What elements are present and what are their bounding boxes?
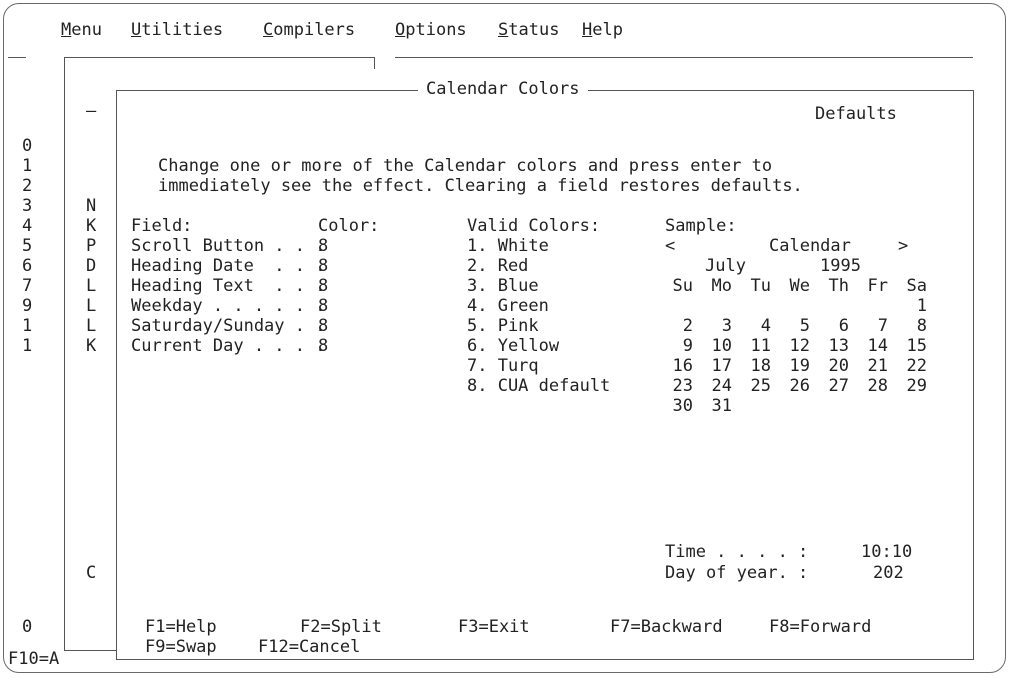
calendar-day: 18 xyxy=(750,356,771,376)
menu-item-utilities[interactable]: Utilities xyxy=(131,20,223,40)
pulldown-right-edge xyxy=(374,57,375,69)
f9-swap-key[interactable]: F9=Swap xyxy=(145,637,217,657)
menu-item-menu[interactable]: Menu xyxy=(61,20,102,40)
field-column-header: Field: xyxy=(131,216,193,236)
calendar-day: 11 xyxy=(750,336,771,356)
calendar-day: 13 xyxy=(828,336,849,356)
calendar-day: 21 xyxy=(867,356,888,376)
color-column-header: Color: xyxy=(318,216,380,236)
calendar-year: 1995 xyxy=(820,256,861,276)
weekday-header-we: We xyxy=(789,276,810,296)
calendar-day: 12 xyxy=(789,336,810,356)
pulldown-top-border xyxy=(64,57,374,58)
f3-exit-key[interactable]: F3=Exit xyxy=(458,617,530,637)
calendar-day: 4 xyxy=(760,316,771,336)
calendar-day: 5 xyxy=(799,316,810,336)
calendar-day: 14 xyxy=(867,336,888,356)
color-input-heading-date[interactable]: 8 xyxy=(318,256,328,276)
color-input-weekday[interactable]: 8 xyxy=(318,296,328,316)
menubar-divider xyxy=(395,57,973,58)
menu-item-compilers[interactable]: Compilers xyxy=(263,20,355,40)
instruction-line-1: Change one or more of the Calendar color… xyxy=(158,156,773,176)
f2-split-key[interactable]: F2=Split xyxy=(300,617,382,637)
valid-color-item: 3. Blue xyxy=(467,276,539,296)
valid-color-item: 7. Turq xyxy=(467,356,539,376)
calendar-day: 2 xyxy=(682,316,693,336)
calendar-day: 6 xyxy=(838,316,849,336)
dash-marker xyxy=(8,57,26,58)
f8-forward-key[interactable]: F8=Forward xyxy=(769,617,871,637)
calendar-day: 28 xyxy=(867,376,888,396)
valid-colors-header: Valid Colors: xyxy=(467,216,601,236)
calendar-day: 10 xyxy=(711,336,732,356)
field-label-scroll-button: Scroll Button . . . xyxy=(131,236,326,256)
sample-header: Sample: xyxy=(665,216,737,236)
weekday-header-th: Th xyxy=(828,276,849,296)
valid-color-item: 2. Red xyxy=(467,256,529,276)
calendar-label: Calendar xyxy=(769,236,851,256)
f12-cancel-key[interactable]: F12=Cancel xyxy=(258,637,360,657)
field-label-weekday: Weekday . . . . . . xyxy=(131,296,326,316)
calendar-month: July xyxy=(705,256,746,276)
calendar-day: 8 xyxy=(916,316,927,336)
calendar-day: 17 xyxy=(711,356,732,376)
field-label-current-day: Current Day . . . . xyxy=(131,336,326,356)
background-panel-bottom-border xyxy=(64,650,116,651)
calendar-day: 20 xyxy=(828,356,849,376)
calendar-next-button[interactable]: > xyxy=(898,236,908,256)
weekday-header-tu: Tu xyxy=(750,276,771,296)
day-of-year-value: 202 xyxy=(873,563,904,583)
weekday-header-fr: Fr xyxy=(867,276,888,296)
menu-item-options[interactable]: Options xyxy=(395,20,467,40)
menu-item-status[interactable]: Status xyxy=(498,20,559,40)
weekday-header-sa: Sa xyxy=(906,276,927,296)
calendar-day: 15 xyxy=(906,336,927,356)
calendar-day: 3 xyxy=(721,316,732,336)
field-label-saturday-sunday: Saturday/Sunday . . xyxy=(131,316,326,336)
valid-color-item: 8. CUA default xyxy=(467,376,611,396)
calendar-day: 7 xyxy=(877,316,888,336)
calendar-day: 1 xyxy=(916,296,927,316)
defaults-action[interactable]: Defaults xyxy=(815,104,897,124)
field-label-heading-text: Heading Text . . . xyxy=(131,276,326,296)
weekday-header-su: Su xyxy=(672,276,693,296)
instruction-line-2: immediately see the effect. Clearing a f… xyxy=(158,176,803,196)
valid-color-item: 5. Pink xyxy=(467,316,539,336)
calendar-prev-button[interactable]: < xyxy=(665,236,675,256)
background-panel-left-border xyxy=(64,57,65,650)
f7-backward-key[interactable]: F7=Backward xyxy=(610,617,723,637)
calendar-day: 27 xyxy=(828,376,849,396)
calendar-day: 22 xyxy=(906,356,927,376)
color-input-scroll-button[interactable]: 8 xyxy=(318,236,328,256)
calendar-day: 25 xyxy=(750,376,771,396)
menu-item-help[interactable]: Help xyxy=(582,20,623,40)
valid-color-item: 1. White xyxy=(467,236,549,256)
calendar-day: 9 xyxy=(682,336,693,356)
f1-help-key[interactable]: F1=Help xyxy=(145,617,217,637)
color-input-current-day[interactable]: 8 xyxy=(318,336,328,356)
dialog-title: Calendar Colors xyxy=(418,79,588,99)
calendar-day: 16 xyxy=(672,356,693,376)
calendar-day: 26 xyxy=(789,376,810,396)
calendar-day: 24 xyxy=(711,376,732,396)
color-input-saturday-sunday[interactable]: 8 xyxy=(318,316,328,336)
calendar-day: 29 xyxy=(906,376,927,396)
time-label: Time . . . . : xyxy=(665,542,809,562)
calendar-day: 30 xyxy=(672,396,693,416)
time-value: 10:10 xyxy=(861,542,913,562)
valid-color-item: 4. Green xyxy=(467,296,549,316)
weekday-header-mo: Mo xyxy=(711,276,732,296)
background-f10-key: F10=A xyxy=(8,649,60,669)
calendar-day: 31 xyxy=(711,396,732,416)
color-input-heading-text[interactable]: 8 xyxy=(318,276,328,296)
calendar-day: 23 xyxy=(672,376,693,396)
calendar-day: 19 xyxy=(789,356,810,376)
field-label-heading-date: Heading Date . . . xyxy=(131,256,326,276)
day-of-year-label: Day of year. : xyxy=(665,563,809,583)
valid-color-item: 6. Yellow xyxy=(467,336,560,356)
